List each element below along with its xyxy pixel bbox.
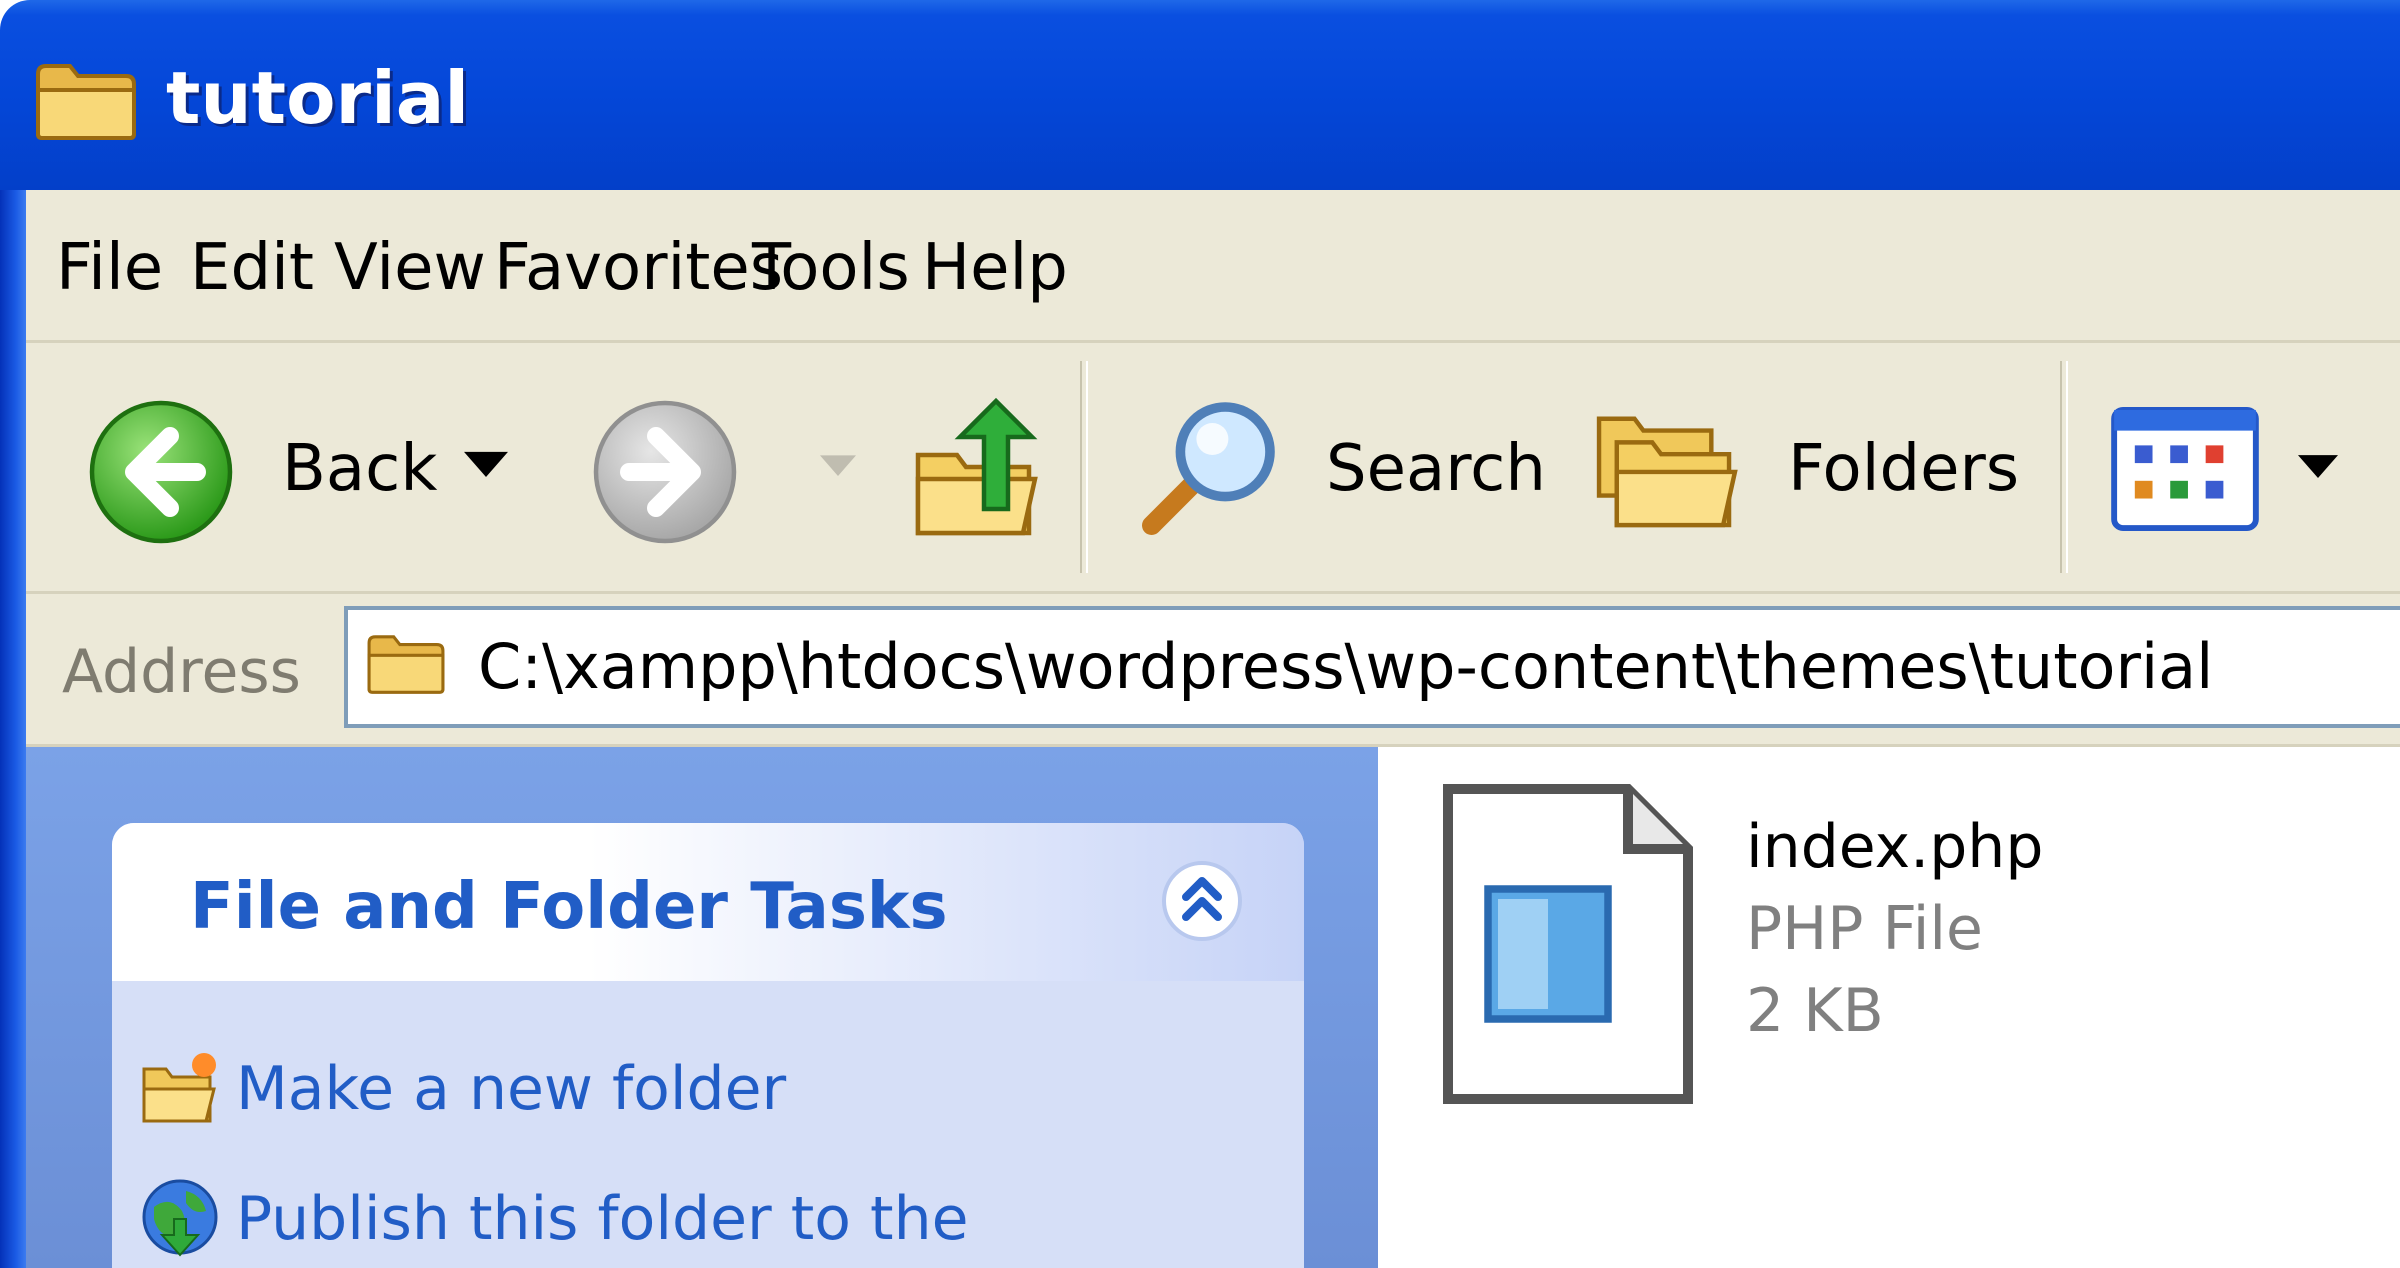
forward-arrow-icon[interactable] — [590, 397, 740, 547]
search-button[interactable]: Search — [1126, 343, 1546, 591]
file-name: index.php — [1746, 812, 2044, 882]
explorer-window: tutorial File Edit View Favorites Tools … — [0, 0, 2400, 1268]
back-label: Back — [282, 432, 438, 506]
menu-view[interactable]: View — [334, 230, 486, 307]
make-new-folder-link[interactable]: Make a new folder — [236, 1059, 786, 1119]
task-panel-header[interactable]: File and Folder Tasks — [112, 823, 1304, 981]
file-folder-tasks-panel: File and Folder Tasks Make a new folder — [112, 823, 1304, 1268]
new-folder-icon — [142, 1053, 216, 1123]
back-dropdown-icon[interactable] — [464, 451, 508, 481]
up-folder-icon[interactable] — [908, 395, 1048, 545]
folders-label: Folders — [1788, 432, 2020, 506]
file-list: index.php PHP File 2 KB — [1378, 747, 2400, 1268]
toolbar: Back Search Folders — [26, 343, 2400, 594]
window-frame-left — [0, 190, 26, 1268]
folders-button[interactable]: Folders — [1592, 343, 2032, 591]
forward-dropdown-icon[interactable] — [820, 455, 856, 479]
folder-icon — [367, 635, 445, 694]
toolbar-separator — [1080, 361, 1088, 573]
folder-icon — [36, 64, 136, 140]
address-field[interactable]: C:\xampp\htdocs\wordpress\wp-content\the… — [344, 606, 2400, 728]
search-icon — [1142, 402, 1275, 535]
title-bar[interactable]: tutorial — [0, 0, 2400, 190]
window-title: tutorial — [166, 56, 470, 140]
file-item[interactable]: index.php PHP File 2 KB — [1378, 747, 2278, 1104]
address-bar: Address C:\xampp\htdocs\wordpress\wp-con… — [26, 594, 2400, 747]
menu-help[interactable]: Help — [922, 230, 1068, 307]
file-size: 2 KB — [1746, 976, 1884, 1046]
back-arrow-icon — [89, 400, 233, 544]
address-label: Address — [62, 637, 301, 707]
menu-edit[interactable]: Edit — [190, 230, 314, 307]
menu-favorites[interactable]: Favorites — [494, 230, 783, 307]
file-type: PHP File — [1746, 894, 1983, 964]
address-path: C:\xampp\htdocs\wordpress\wp-content\the… — [478, 630, 2214, 703]
task-panel-title: File and Folder Tasks — [190, 870, 948, 944]
search-label: Search — [1326, 432, 1546, 506]
views-dropdown-icon[interactable] — [2298, 455, 2338, 481]
task-pane: File and Folder Tasks Make a new folder — [26, 747, 1378, 1268]
publish-folder-link[interactable]: Publish this folder to the — [236, 1189, 969, 1249]
back-button[interactable]: Back — [86, 343, 437, 591]
globe-icon — [142, 1179, 218, 1257]
toolbar-separator — [2060, 361, 2068, 573]
php-file-icon — [1443, 784, 1693, 1104]
folders-icon — [1596, 416, 1738, 528]
menu-bar: File Edit View Favorites Tools Help — [26, 190, 2400, 343]
views-icon[interactable] — [2110, 407, 2260, 531]
menu-file[interactable]: File — [56, 230, 163, 307]
menu-tools[interactable]: Tools — [752, 230, 910, 307]
collapse-chevron-icon[interactable] — [1160, 859, 1244, 943]
